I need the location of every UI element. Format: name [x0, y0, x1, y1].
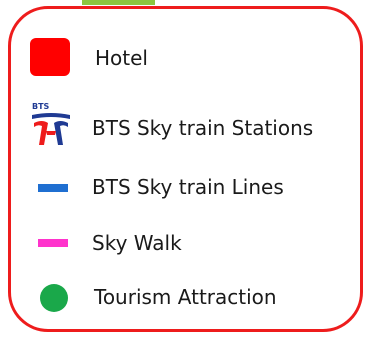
- map-tab-strip: [82, 0, 155, 5]
- hotel-marker-icon: [30, 38, 70, 76]
- legend-label-hotel: Hotel: [95, 46, 148, 70]
- skywalk-line-swatch: [38, 239, 68, 247]
- bts-line-swatch: [38, 184, 68, 192]
- legend-label-bts-lines: BTS Sky train Lines: [92, 175, 284, 199]
- legend-label-bts-stations: BTS Sky train Stations: [92, 116, 314, 140]
- tourism-attraction-icon: [40, 284, 68, 312]
- bts-logo-icon: BTS: [32, 102, 70, 145]
- svg-text:BTS: BTS: [32, 102, 50, 111]
- legend-label-tourism: Tourism Attraction: [94, 285, 277, 309]
- legend-label-skywalk: Sky Walk: [92, 231, 182, 255]
